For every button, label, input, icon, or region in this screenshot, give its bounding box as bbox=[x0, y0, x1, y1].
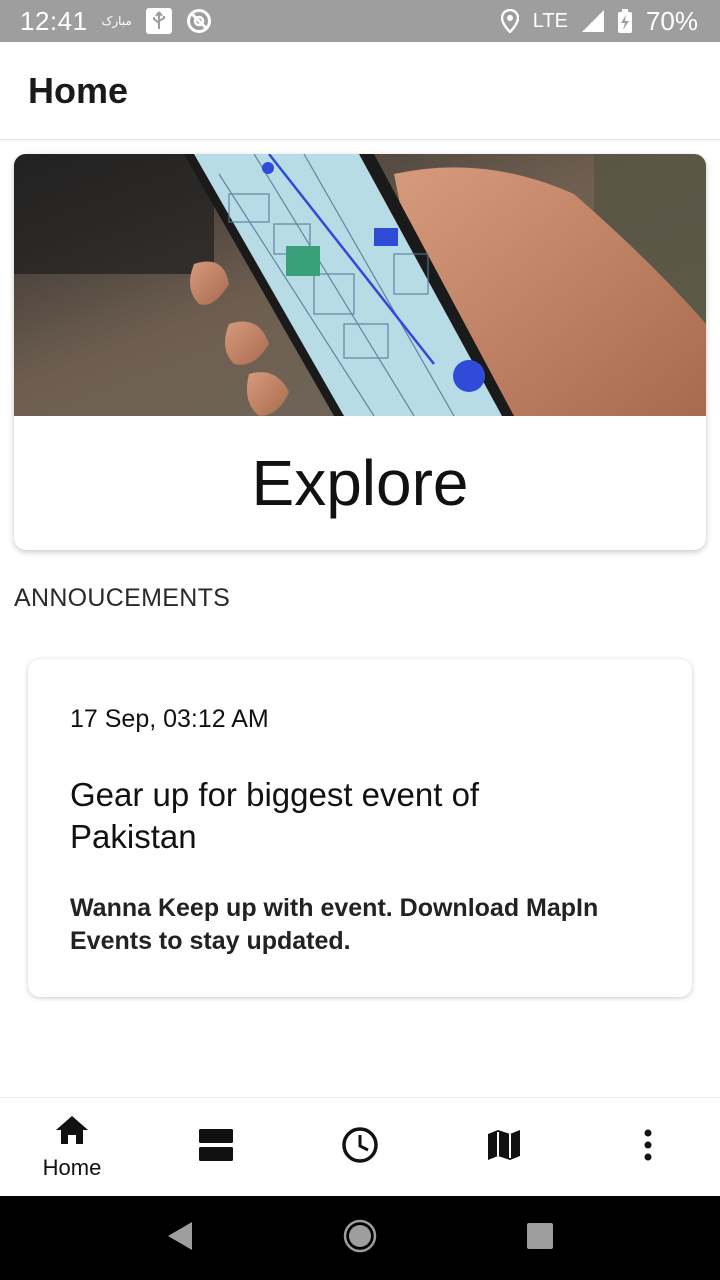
nav-agenda[interactable] bbox=[144, 1098, 288, 1197]
notification-eid-icon: مبارک bbox=[101, 14, 132, 28]
recents-button[interactable] bbox=[510, 1208, 570, 1268]
map-icon bbox=[487, 1128, 521, 1167]
announcements-header: ANNOUCEMENTS bbox=[14, 584, 231, 612]
nav-home[interactable]: Home bbox=[0, 1098, 144, 1197]
status-right: LTE 70% bbox=[500, 5, 698, 37]
back-button[interactable] bbox=[150, 1208, 210, 1268]
status-time: 12:41 bbox=[20, 5, 88, 36]
page-title: Home bbox=[28, 69, 129, 111]
location-icon bbox=[500, 9, 519, 33]
app-bar: Home bbox=[0, 42, 720, 140]
explore-card[interactable]: Explore bbox=[14, 154, 706, 550]
home-circle-icon bbox=[343, 1219, 377, 1258]
network-type: LTE bbox=[532, 9, 568, 32]
explore-label: Explore bbox=[251, 447, 469, 519]
home-system-button[interactable] bbox=[330, 1208, 390, 1268]
usb-icon bbox=[145, 8, 172, 34]
recents-square-icon bbox=[526, 1222, 554, 1255]
nav-map[interactable] bbox=[432, 1098, 576, 1197]
back-triangle-icon bbox=[166, 1220, 194, 1257]
explore-hero-image bbox=[14, 154, 706, 416]
home-icon bbox=[54, 1114, 90, 1151]
clock-icon bbox=[341, 1126, 379, 1169]
nav-more[interactable] bbox=[576, 1098, 720, 1197]
announcement-body: Wanna Keep up with event. Download MapIn… bbox=[70, 894, 599, 955]
announcement-title: Gear up for biggest event of Pakistan bbox=[70, 776, 480, 855]
sync-disabled-icon bbox=[186, 8, 212, 34]
signal-icon bbox=[581, 10, 604, 32]
view-agenda-icon bbox=[198, 1128, 234, 1167]
nav-history[interactable] bbox=[288, 1098, 432, 1197]
nav-home-label: Home bbox=[42, 1154, 102, 1180]
announcement-date: 17 Sep, 03:12 AM bbox=[70, 705, 269, 733]
battery-charging-icon bbox=[617, 9, 632, 33]
more-vert-icon bbox=[643, 1129, 653, 1166]
status-left: 12:41 مبارک bbox=[20, 6, 212, 37]
announcement-card[interactable]: 17 Sep, 03:12 AM Gear up for biggest eve… bbox=[28, 659, 692, 997]
status-bar: 12:41 مبارک LTE 70% bbox=[0, 0, 720, 42]
bottom-navigation: Home bbox=[0, 1097, 720, 1196]
system-navigation-bar bbox=[0, 1196, 720, 1280]
battery-percent: 70% bbox=[645, 5, 698, 36]
